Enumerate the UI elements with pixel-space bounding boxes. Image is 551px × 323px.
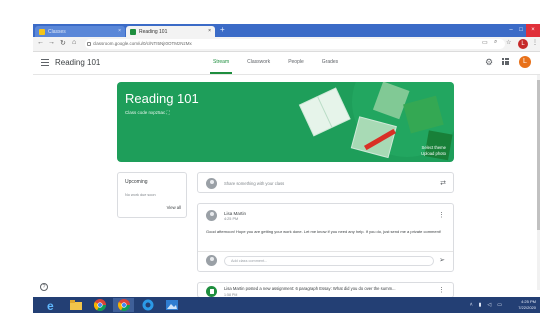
system-tray: ˄ ▮ ◁ ▭ xyxy=(470,302,502,308)
more-vert-icon[interactable]: ⋮ xyxy=(438,286,445,294)
tab-label: Classes xyxy=(48,28,66,35)
classroom-favicon-icon xyxy=(39,28,45,35)
avatar xyxy=(206,210,217,221)
ie-icon[interactable]: e xyxy=(41,298,62,312)
svg-text:e: e xyxy=(47,299,54,311)
class-banner: Reading 101 Class code nxpz5ac ⛶ Select … xyxy=(117,82,454,162)
upload-photo-link[interactable]: Upload photo xyxy=(421,151,446,157)
clock-date: 7/22/2020 xyxy=(518,305,536,310)
assignment-text[interactable]: Lisa Martin posted a new assignment: 6 p… xyxy=(224,286,396,291)
browser-menu-icon[interactable]: ⋮ xyxy=(532,39,538,46)
reload-icon[interactable]: ↻ xyxy=(60,39,66,47)
tab-reading-101[interactable]: Reading 101 × xyxy=(126,26,215,37)
screen: Classes × Reading 101 × + – □ × ← → ↻ ⌂ … xyxy=(0,0,551,323)
scrollbar[interactable] xyxy=(537,75,540,290)
send-icon[interactable]: ➢ xyxy=(439,256,445,264)
tab-people[interactable]: People xyxy=(288,59,304,65)
clock[interactable]: 4:25 PM 7/22/2020 xyxy=(518,299,536,311)
upcoming-subtitle: No work due soon xyxy=(125,193,156,197)
tab-close-icon[interactable]: × xyxy=(118,28,121,34)
tab-stream[interactable]: Stream xyxy=(209,59,233,74)
bookmark-star-icon[interactable]: ☆ xyxy=(506,39,511,46)
class-comment-input[interactable]: Add class comment... xyxy=(224,256,434,266)
avatar xyxy=(206,178,217,189)
tab-classes[interactable]: Classes × xyxy=(35,26,125,37)
menu-icon[interactable] xyxy=(41,59,49,66)
gear-icon[interactable]: ⚙ xyxy=(485,57,493,68)
post-body: Good afternoon! Hope you are getting you… xyxy=(206,229,442,234)
browser-toolbar: ← → ↻ ⌂ classroom.google.com/u/0/c/NTI5N… xyxy=(33,37,540,52)
divider xyxy=(198,251,453,252)
edge-icon[interactable] xyxy=(137,298,158,312)
file-explorer-icon[interactable] xyxy=(65,298,86,312)
banner-theme-links: Select theme Upload photo xyxy=(421,145,446,157)
repost-icon[interactable]: ⇄ xyxy=(440,179,446,187)
cast-icon[interactable]: ▭ xyxy=(482,39,488,46)
class-title[interactable]: Reading 101 xyxy=(55,58,100,67)
browser-tab-strip: Classes × Reading 101 × + – □ × xyxy=(33,24,540,37)
assignment-icon xyxy=(206,286,217,297)
assignment-post[interactable]: Lisa Martin posted a new assignment: 6 p… xyxy=(197,282,454,298)
tab-classwork[interactable]: Classwork xyxy=(247,59,270,65)
windows-taskbar: e ˄ ▮ ◁ ▭ 4:25 PM 7/22/2020 xyxy=(33,297,540,313)
avatar xyxy=(206,255,217,266)
forward-arrow-icon[interactable]: → xyxy=(48,39,55,46)
back-arrow-icon[interactable]: ← xyxy=(37,39,44,46)
upcoming-panel: Upcoming No work due soon View all xyxy=(117,172,187,218)
chrome-icon[interactable] xyxy=(89,298,110,312)
keyboard-icon[interactable]: ▭ xyxy=(497,302,502,308)
browser-profile-avatar[interactable]: L xyxy=(518,39,528,49)
new-tab-button[interactable]: + xyxy=(220,25,225,34)
post-author: Lisa Martin xyxy=(224,211,247,216)
share-placeholder[interactable]: Share something with your class xyxy=(224,181,284,186)
tab-label: Reading 101 xyxy=(139,28,168,35)
class-code[interactable]: Class code nxpz5ac ⛶ xyxy=(125,110,170,115)
home-icon[interactable]: ⌂ xyxy=(72,39,76,46)
tab-close-icon[interactable]: × xyxy=(208,28,211,34)
window-controls: – □ × xyxy=(506,24,540,37)
zoom-icon[interactable]: ⌕ xyxy=(494,39,497,46)
lock-icon xyxy=(87,42,91,46)
class-nav-tabs: Stream Classwork People Grades xyxy=(209,59,338,74)
photos-icon[interactable] xyxy=(161,298,182,312)
close-window-button[interactable]: × xyxy=(526,24,540,37)
scrollbar-thumb[interactable] xyxy=(537,80,540,230)
chrome-active-icon[interactable] xyxy=(113,298,134,312)
tab-grades[interactable]: Grades xyxy=(322,59,338,65)
avatar[interactable]: L xyxy=(519,56,531,68)
more-vert-icon[interactable]: ⋮ xyxy=(438,211,445,219)
minimize-button[interactable]: – xyxy=(506,24,516,37)
maximize-button[interactable]: □ xyxy=(516,24,526,37)
upcoming-title: Upcoming xyxy=(125,179,148,185)
share-box[interactable]: Share something with your class ⇄ xyxy=(197,172,454,193)
address-bar[interactable]: classroom.google.com/u/0/c/NTI5NjI0OTMzN… xyxy=(85,39,505,49)
classroom-favicon-icon xyxy=(130,28,136,35)
view-all-link[interactable]: View all xyxy=(167,205,181,210)
network-icon[interactable]: ▮ xyxy=(479,302,482,308)
announcement-post: Lisa Martin 4:25 PM ⋮ Good afternoon! Ho… xyxy=(197,203,454,272)
chevron-up-icon[interactable]: ˄ xyxy=(470,302,473,308)
post-time: 4:25 PM xyxy=(224,217,239,221)
classroom-header: Reading 101 Stream Classwork People Grad… xyxy=(33,52,540,75)
help-icon[interactable]: ? xyxy=(40,283,48,291)
apps-grid-icon[interactable] xyxy=(502,58,509,65)
volume-icon[interactable]: ◁ xyxy=(487,302,491,308)
banner-title: Reading 101 xyxy=(125,91,199,106)
url-text: classroom.google.com/u/0/c/NTI5NjI0OTMzN… xyxy=(93,41,192,46)
